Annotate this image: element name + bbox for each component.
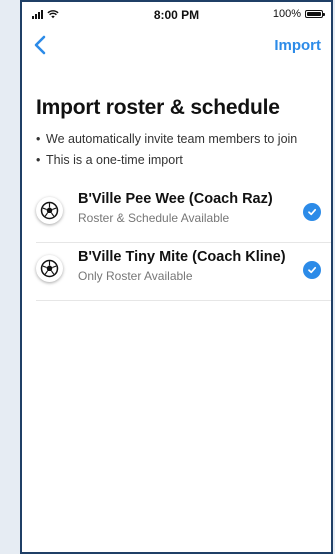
info-bullets: We automatically invite team members to … <box>36 132 331 167</box>
import-button[interactable]: Import <box>274 37 321 54</box>
team-list: B'Ville Pee Wee (Coach Raz) Roster & Sch… <box>22 189 331 301</box>
nav-bar: Import <box>22 28 331 64</box>
team-row-tiny-mite[interactable]: B'Ville Tiny Mite (Coach Kline) Only Ros… <box>36 247 331 301</box>
team-row-pee-wee[interactable]: B'Ville Pee Wee (Coach Raz) Roster & Sch… <box>36 189 331 243</box>
status-right: 100% <box>272 8 325 20</box>
status-bar: 8:00 PM 100% <box>22 2 331 28</box>
chevron-left-icon <box>34 35 46 55</box>
back-button[interactable] <box>30 32 54 60</box>
checkmark-icon[interactable] <box>303 261 321 279</box>
info-bullet: This is a one-time import <box>36 153 331 167</box>
team-name: B'Ville Pee Wee (Coach Raz) <box>78 191 273 207</box>
team-status: Only Roster Available <box>78 269 193 283</box>
soccer-ball-icon <box>36 197 63 224</box>
battery-icon <box>305 10 325 18</box>
team-status: Roster & Schedule Available <box>78 211 230 225</box>
team-name: B'Ville Tiny Mite (Coach Kline) <box>78 249 286 265</box>
phone-screen: 8:00 PM 100% Import Import roster & sche… <box>20 0 333 554</box>
page-title: Import roster & schedule <box>36 96 280 119</box>
info-bullet: We automatically invite team members to … <box>36 132 331 146</box>
soccer-ball-icon <box>36 255 63 282</box>
battery-percent: 100% <box>272 8 301 20</box>
checkmark-icon[interactable] <box>303 203 321 221</box>
